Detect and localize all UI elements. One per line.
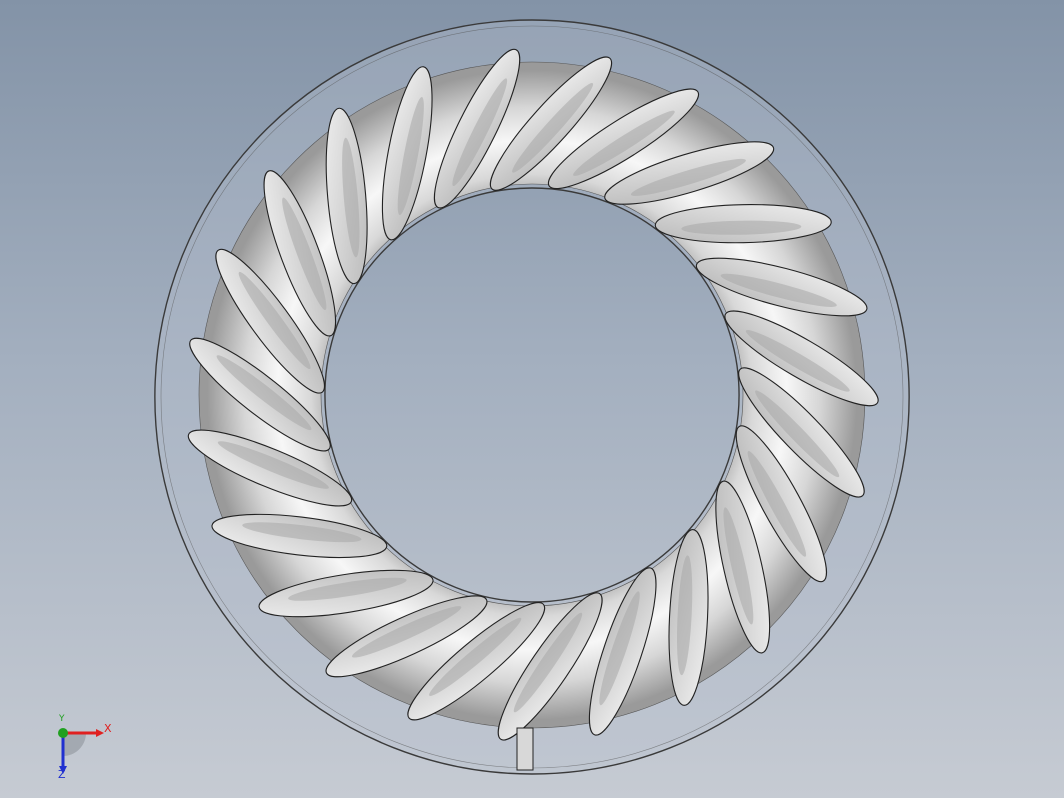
z-axis-label: Z (58, 768, 66, 781)
x-axis-label: X (104, 722, 112, 735)
y-axis-label: Y (59, 714, 65, 724)
graphics-viewport[interactable]: X Y Z (0, 0, 1064, 798)
bottom-tab[interactable] (516, 727, 534, 771)
x-axis-arrowhead (96, 729, 104, 737)
model-view[interactable] (0, 0, 1064, 798)
coordinate-triad: X Y Z (48, 714, 118, 786)
y-axis-dot (58, 728, 68, 738)
